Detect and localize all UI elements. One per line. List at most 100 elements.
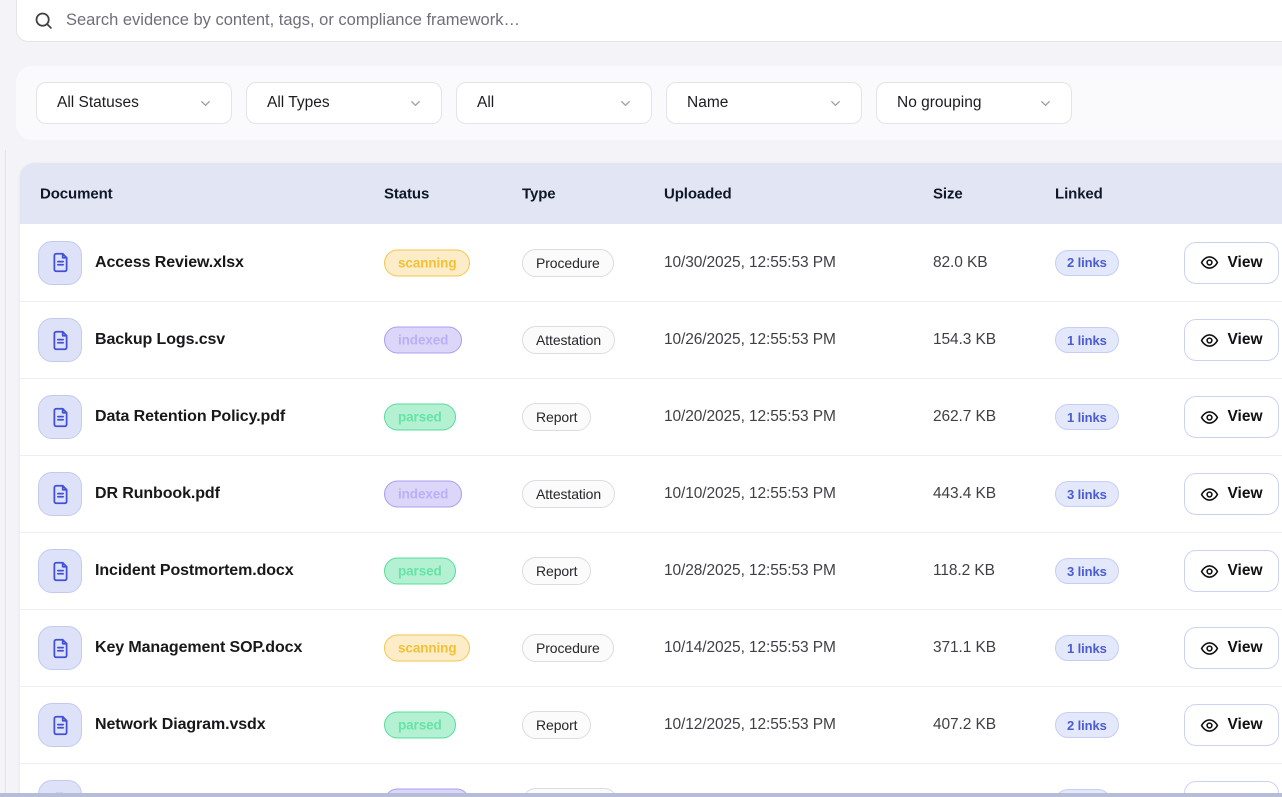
type-pill: Procedure — [522, 249, 614, 277]
sort-by-dropdown[interactable]: Name — [666, 82, 862, 124]
eye-icon — [1200, 331, 1219, 350]
column-header-linked: Linked — [1055, 185, 1103, 202]
document-name: Access Review.xlsx — [95, 254, 244, 272]
chevron-down-icon — [198, 96, 213, 111]
type-pill: Procedure — [522, 634, 614, 662]
status-badge: parsed — [384, 404, 456, 431]
type-pill: Report — [522, 403, 591, 431]
type-pill: Attestation — [522, 326, 615, 354]
file-text-icon — [50, 252, 71, 273]
filter-all-dropdown[interactable]: All — [456, 82, 652, 124]
status-badge: scanning — [384, 249, 470, 276]
column-header-document: Document — [40, 185, 113, 202]
document-name: Key Management SOP.docx — [95, 639, 302, 657]
file-text-icon — [50, 638, 71, 659]
grouping-dropdown[interactable]: No grouping — [876, 82, 1072, 124]
view-button[interactable]: View — [1184, 550, 1279, 592]
eye-icon — [1200, 562, 1219, 581]
size-cell: 371.1 KB — [933, 639, 996, 657]
filter-status-value: All Statuses — [57, 94, 139, 112]
view-button[interactable]: View — [1184, 473, 1279, 515]
search-input[interactable] — [66, 11, 1282, 30]
eye-icon — [1200, 639, 1219, 658]
file-text-icon — [50, 407, 71, 428]
filter-type-dropdown[interactable]: All Types — [246, 82, 442, 124]
document-name: DR Runbook.pdf — [95, 485, 220, 503]
links-pill: 1 links — [1055, 404, 1119, 430]
table-row: Access Review.xlsx scanning Procedure 10… — [20, 224, 1282, 301]
status-badge: indexed — [384, 481, 462, 508]
file-text-icon — [50, 561, 71, 582]
uploaded-cell: 10/20/2025, 12:55:53 PM — [664, 408, 836, 426]
type-pill: Report — [522, 711, 591, 739]
document-icon — [38, 318, 82, 362]
search-icon — [33, 10, 54, 31]
document-name: Backup Logs.csv — [95, 331, 225, 349]
view-button[interactable]: View — [1184, 242, 1279, 284]
type-pill: Report — [522, 557, 591, 585]
uploaded-cell: 10/14/2025, 12:55:53 PM — [664, 639, 836, 657]
table-row: Incident Postmortem.docx parsed Report 1… — [20, 532, 1282, 609]
search-bar — [16, 0, 1282, 42]
uploaded-cell: 10/26/2025, 12:55:53 PM — [664, 331, 836, 349]
table-row: Backup Logs.csv indexed Attestation 10/2… — [20, 301, 1282, 378]
status-badge: scanning — [384, 635, 470, 662]
size-cell: 443.4 KB — [933, 485, 996, 503]
table-body: Access Review.xlsx scanning Procedure 10… — [20, 224, 1282, 797]
links-pill: 1 links — [1055, 635, 1119, 661]
column-header-status: Status — [384, 185, 429, 202]
view-button-label: View — [1227, 485, 1262, 503]
bottom-scrollbar-track[interactable] — [0, 793, 1282, 797]
document-name: Data Retention Policy.pdf — [95, 408, 285, 426]
document-icon — [38, 626, 82, 670]
size-cell: 82.0 KB — [933, 254, 987, 272]
eye-icon — [1200, 485, 1219, 504]
view-button-label: View — [1227, 254, 1262, 272]
file-text-icon — [50, 330, 71, 351]
document-icon — [38, 703, 82, 747]
document-name: Incident Postmortem.docx — [95, 562, 294, 580]
uploaded-cell: 10/10/2025, 12:55:53 PM — [664, 485, 836, 503]
filter-type-value: All Types — [267, 94, 330, 112]
view-button[interactable]: View — [1184, 319, 1279, 361]
table-row: Data Retention Policy.pdf parsed Report … — [20, 378, 1282, 455]
column-header-size: Size — [933, 185, 963, 202]
status-badge: parsed — [384, 712, 456, 739]
chevron-down-icon — [408, 96, 423, 111]
column-header-type: Type — [522, 185, 556, 202]
sort-by-value: Name — [687, 94, 728, 112]
file-text-icon — [50, 484, 71, 505]
chevron-down-icon — [828, 96, 843, 111]
uploaded-cell: 10/28/2025, 12:55:53 PM — [664, 562, 836, 580]
links-pill: 3 links — [1055, 481, 1119, 507]
table-row: Network Diagram.vsdx parsed Report 10/12… — [20, 686, 1282, 763]
table-row: indexed View — [20, 763, 1282, 797]
size-cell: 407.2 KB — [933, 716, 996, 734]
document-icon — [38, 549, 82, 593]
links-pill: 3 links — [1055, 558, 1119, 584]
view-button[interactable]: View — [1184, 704, 1279, 746]
chevron-down-icon — [1038, 96, 1053, 111]
view-button-label: View — [1227, 716, 1262, 734]
filter-status-dropdown[interactable]: All Statuses — [36, 82, 232, 124]
view-button-label: View — [1227, 639, 1262, 657]
file-text-icon — [50, 715, 71, 736]
grouping-value: No grouping — [897, 94, 981, 112]
evidence-table: Document Status Type Uploaded Size Linke… — [20, 163, 1282, 797]
size-cell: 118.2 KB — [933, 562, 995, 580]
table-row: Key Management SOP.docx scanning Procedu… — [20, 609, 1282, 686]
eye-icon — [1200, 716, 1219, 735]
view-button-label: View — [1227, 562, 1262, 580]
filter-bar: All Statuses All Types All Name No group… — [16, 66, 1282, 140]
uploaded-cell: 10/30/2025, 12:55:53 PM — [664, 254, 836, 272]
table-header: Document Status Type Uploaded Size Linke… — [20, 163, 1282, 224]
view-button-label: View — [1227, 331, 1262, 349]
eye-icon — [1200, 408, 1219, 427]
view-button[interactable]: View — [1184, 396, 1279, 438]
view-button[interactable]: View — [1184, 627, 1279, 669]
status-badge: parsed — [384, 558, 456, 585]
document-name: Network Diagram.vsdx — [95, 716, 266, 734]
view-button-label: View — [1227, 408, 1262, 426]
table-row: DR Runbook.pdf indexed Attestation 10/10… — [20, 455, 1282, 532]
status-badge: indexed — [384, 327, 462, 354]
